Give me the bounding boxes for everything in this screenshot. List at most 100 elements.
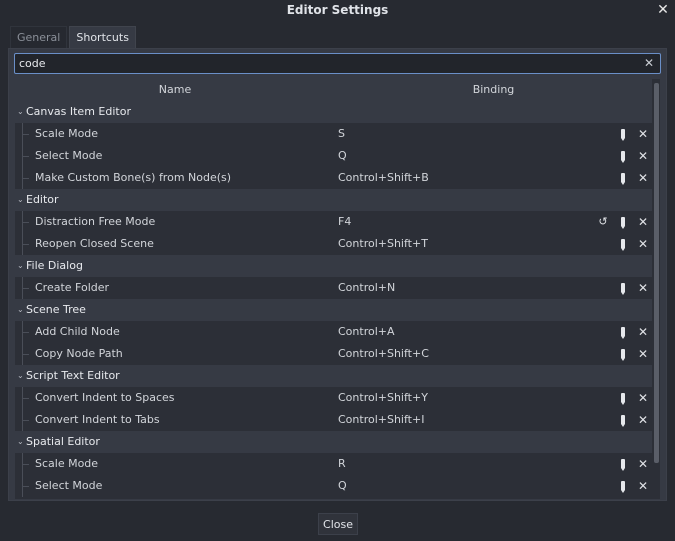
- category-label: Scene Tree: [26, 303, 86, 316]
- shortcut-binding: Control+Shift+T: [338, 237, 428, 250]
- chevron-down-icon[interactable]: ⌄: [17, 299, 25, 321]
- search-input[interactable]: code ✕: [14, 53, 661, 74]
- tree-header: Name Binding: [15, 79, 652, 101]
- shortcut-row[interactable]: Copy Node Path Control+Shift+C ✕: [15, 343, 652, 365]
- shortcut-binding: Control+A: [338, 325, 395, 338]
- chevron-down-icon[interactable]: ⌄: [17, 365, 25, 387]
- shortcut-binding: Control+N: [338, 281, 396, 294]
- clear-binding-icon[interactable]: ✕: [636, 211, 650, 233]
- search-input-value[interactable]: code: [19, 54, 46, 73]
- shortcut-name: Copy Node Path: [35, 347, 123, 360]
- clear-binding-icon[interactable]: ✕: [636, 475, 650, 497]
- clear-binding-icon[interactable]: ✕: [636, 343, 650, 365]
- category-label: Spatial Editor: [26, 435, 100, 448]
- tree-guide-line: [22, 354, 29, 355]
- shortcut-row[interactable]: Reopen Closed Scene Control+Shift+T ✕: [15, 233, 652, 255]
- pencil-icon: [621, 217, 625, 229]
- pencil-icon: [621, 283, 625, 295]
- shortcut-row[interactable]: Add Child Node Control+A ✕: [15, 321, 652, 343]
- shortcut-name: Create Folder: [35, 281, 110, 294]
- edit-icon[interactable]: [616, 453, 630, 475]
- tree-rows: ⌄ Canvas Item Editor Scale Mode S ✕ Select Mo…: [15, 101, 652, 497]
- dialog-title: Editor Settings: [286, 3, 389, 17]
- pencil-icon: [621, 173, 625, 185]
- shortcut-binding: Control+Shift+C: [338, 347, 429, 360]
- column-header-binding: Binding: [472, 83, 515, 96]
- edit-icon[interactable]: [616, 211, 630, 233]
- column-header-name: Name: [158, 83, 192, 96]
- category-row[interactable]: ⌄ File Dialog: [15, 255, 652, 277]
- edit-icon[interactable]: [616, 233, 630, 255]
- edit-icon[interactable]: [616, 343, 630, 365]
- shortcut-row[interactable]: Distraction Free Mode F4 ↺ ✕: [15, 211, 652, 233]
- shortcut-binding: F4: [338, 215, 352, 228]
- chevron-down-icon[interactable]: ⌄: [17, 255, 25, 277]
- category-row[interactable]: ⌄ Spatial Editor: [15, 431, 652, 453]
- shortcut-row[interactable]: Convert Indent to Tabs Control+Shift+I ✕: [15, 409, 652, 431]
- edit-icon[interactable]: [616, 475, 630, 497]
- shortcut-binding: R: [338, 457, 346, 470]
- category-row[interactable]: ⌄ Editor: [15, 189, 652, 211]
- shortcut-name: Add Child Node: [35, 325, 120, 338]
- edit-icon[interactable]: [616, 145, 630, 167]
- pencil-icon: [621, 459, 625, 471]
- tree-guide-line: [22, 420, 29, 421]
- shortcut-row[interactable]: Create Folder Control+N ✕: [15, 277, 652, 299]
- category-row[interactable]: ⌄ Script Text Editor: [15, 365, 652, 387]
- clear-binding-icon[interactable]: ✕: [636, 145, 650, 167]
- shortcut-row[interactable]: Make Custom Bone(s) from Node(s) Control+…: [15, 167, 652, 189]
- edit-icon[interactable]: [616, 123, 630, 145]
- pencil-icon: [621, 239, 625, 251]
- tree-guide-line: [22, 156, 29, 157]
- shortcut-row[interactable]: Select Mode Q ✕: [15, 145, 652, 167]
- chevron-down-icon[interactable]: ⌄: [17, 431, 25, 453]
- tab-shortcuts[interactable]: Shortcuts: [69, 26, 136, 48]
- chevron-down-icon[interactable]: ⌄: [17, 189, 25, 211]
- pencil-icon: [621, 151, 625, 163]
- clear-binding-icon[interactable]: ✕: [636, 277, 650, 299]
- shortcut-row[interactable]: Scale Mode S ✕: [15, 123, 652, 145]
- clear-binding-icon[interactable]: ✕: [636, 321, 650, 343]
- tab-general[interactable]: General: [10, 26, 68, 48]
- shortcut-binding: Control+Shift+B: [338, 171, 429, 184]
- edit-icon[interactable]: [616, 277, 630, 299]
- shortcut-binding: S: [338, 127, 345, 140]
- tree-guide-line: [22, 464, 29, 465]
- edit-icon[interactable]: [616, 387, 630, 409]
- vertical-scrollbar[interactable]: [654, 81, 659, 497]
- shortcut-name: Select Mode: [35, 479, 103, 492]
- shortcut-binding: Control+Shift+Y: [338, 391, 428, 404]
- tree-guide-line: [22, 222, 29, 223]
- edit-icon[interactable]: [616, 321, 630, 343]
- category-label: Editor: [26, 193, 59, 206]
- clear-binding-icon[interactable]: ✕: [636, 167, 650, 189]
- clear-binding-icon[interactable]: ✕: [636, 387, 650, 409]
- chevron-down-icon[interactable]: ⌄: [17, 101, 25, 123]
- category-label: Canvas Item Editor: [26, 105, 131, 118]
- edit-icon[interactable]: [616, 409, 630, 431]
- shortcut-row[interactable]: Scale Mode R ✕: [15, 453, 652, 475]
- clear-binding-icon[interactable]: ✕: [636, 233, 650, 255]
- close-icon[interactable]: ✕: [655, 2, 671, 18]
- category-row[interactable]: ⌄ Scene Tree: [15, 299, 652, 321]
- shortcut-name: Select Mode: [35, 149, 103, 162]
- close-button[interactable]: Close: [318, 513, 358, 535]
- tab-bar: General Shortcuts: [10, 26, 138, 48]
- clear-binding-icon[interactable]: ✕: [636, 123, 650, 145]
- shortcut-name: Distraction Free Mode: [35, 215, 156, 228]
- scrollbar-thumb[interactable]: [654, 83, 659, 463]
- edit-icon[interactable]: [616, 167, 630, 189]
- shortcut-row[interactable]: Select Mode Q ✕: [15, 475, 652, 497]
- clear-search-icon[interactable]: ✕: [641, 55, 657, 72]
- category-row[interactable]: ⌄ Canvas Item Editor: [15, 101, 652, 123]
- revert-icon[interactable]: ↺: [596, 211, 610, 233]
- tree-guide-line: [22, 178, 29, 179]
- shortcut-name: Convert Indent to Spaces: [35, 391, 175, 404]
- shortcut-name: Scale Mode: [35, 457, 99, 470]
- clear-binding-icon[interactable]: ✕: [636, 409, 650, 431]
- shortcut-row[interactable]: Convert Indent to Spaces Control+Shift+Y ✕: [15, 387, 652, 409]
- clear-binding-icon[interactable]: ✕: [636, 453, 650, 475]
- pencil-icon: [621, 349, 625, 361]
- category-label: Script Text Editor: [26, 369, 120, 382]
- tree-guide-line: [22, 398, 29, 399]
